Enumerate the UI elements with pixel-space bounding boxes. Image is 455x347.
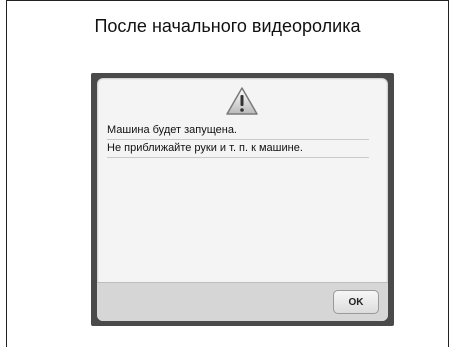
dialog-message-line-2: Не приближайте руки и т. п. к машине.: [107, 141, 369, 158]
ok-button[interactable]: OK: [333, 290, 379, 314]
dialog-button-bar: OK: [97, 282, 388, 321]
device-screen: Машина будет запущена. Не приближайте ру…: [91, 73, 394, 326]
figure-caption: После начального видеоролика: [94, 16, 361, 36]
figure-frame: После начального видеоролика Машина буде…: [6, 0, 449, 347]
warning-icon: [226, 87, 258, 115]
warning-dialog: Машина будет запущена. Не приближайте ру…: [97, 78, 388, 321]
dialog-message-line-1: Машина будет запущена.: [107, 123, 369, 140]
